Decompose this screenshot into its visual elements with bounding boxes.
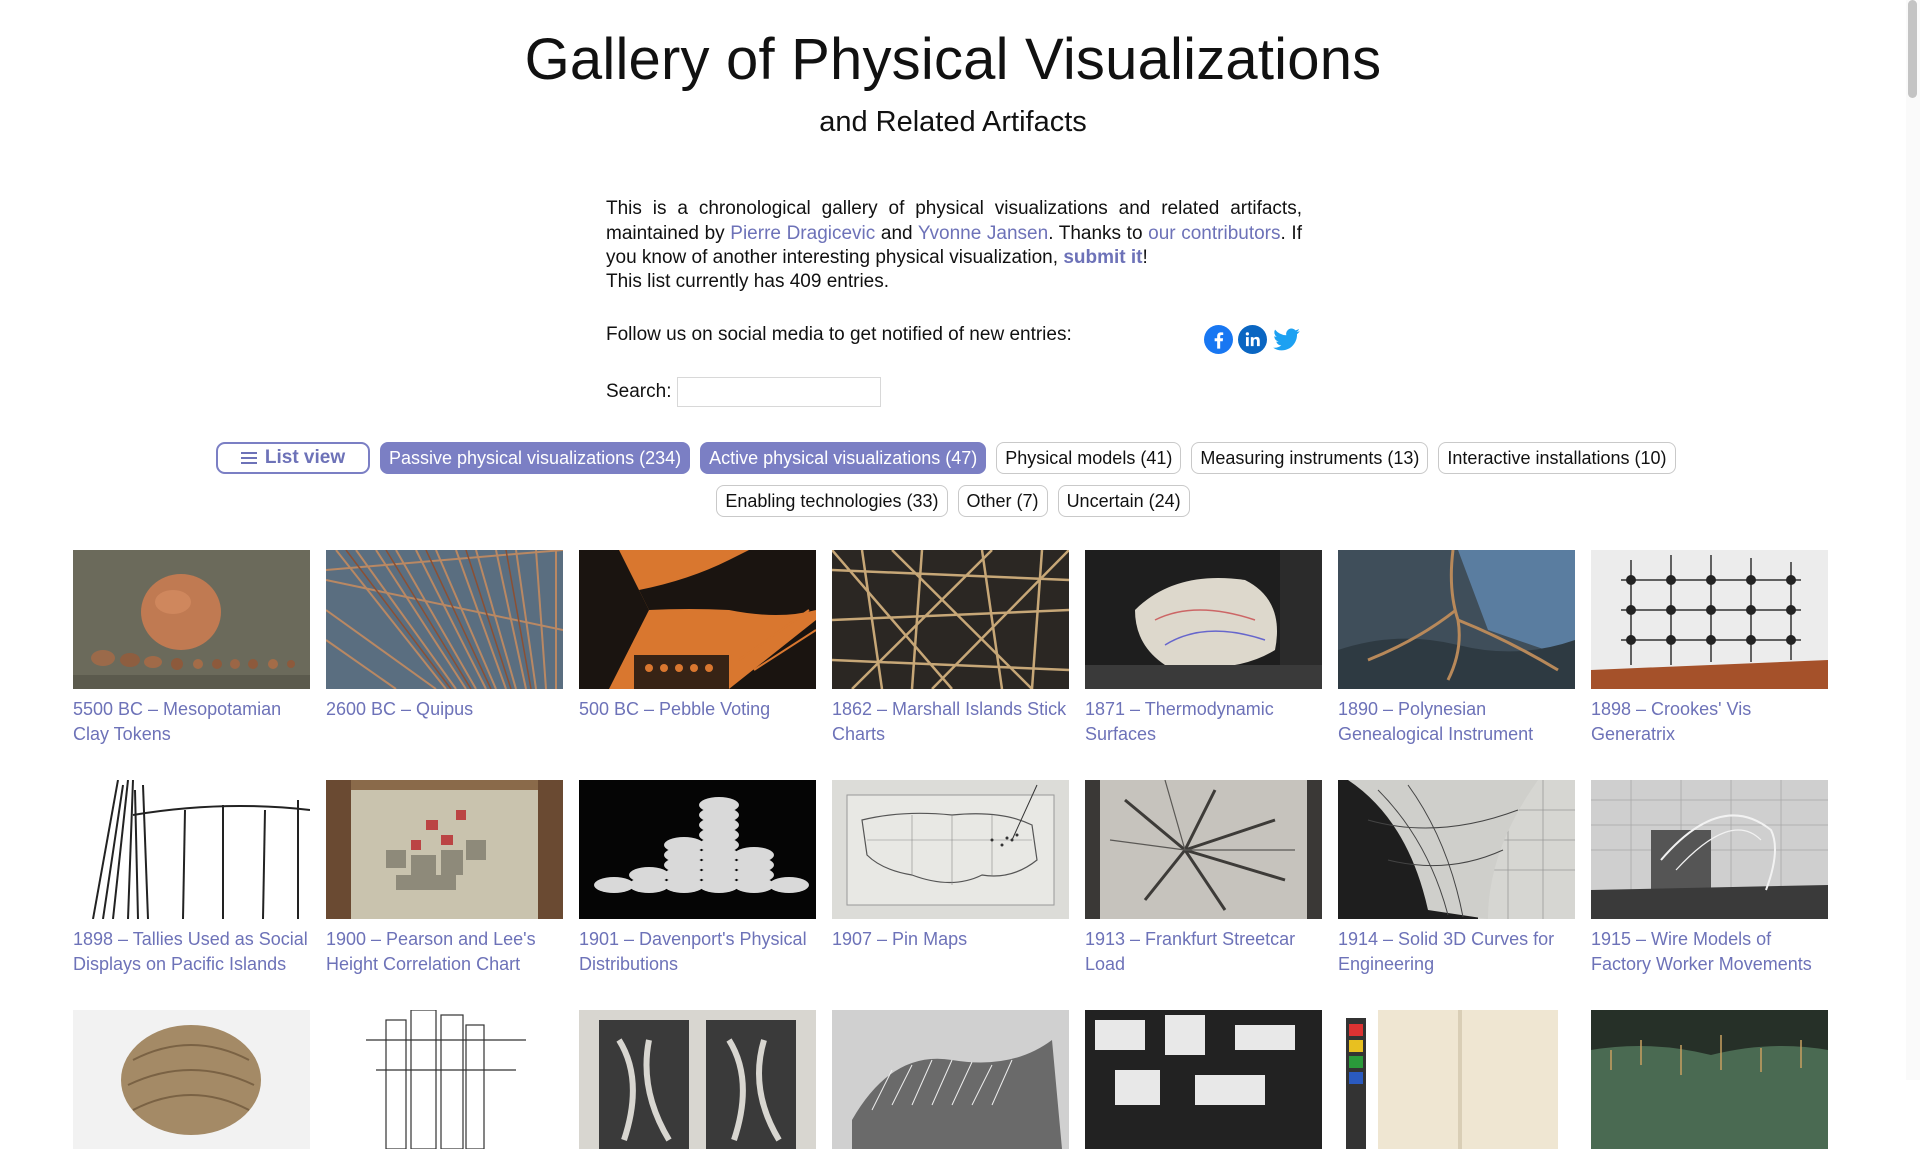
search-row: Search: — [606, 377, 882, 407]
social-links — [1204, 325, 1301, 354]
author-link-pierre[interactable]: Pierre Dragicevic — [730, 223, 875, 244]
entries-count: This list currently has 409 entries. — [606, 271, 890, 292]
physical-distributions-thumbnail[interactable] — [579, 780, 816, 919]
filter-other-button[interactable]: Other (7) — [957, 485, 1048, 517]
gallery-item[interactable] — [326, 1010, 563, 1157]
gallery-item[interactable]: 1913 – Frankfurt Streetcar Load — [1085, 780, 1322, 976]
gallery-item-caption[interactable]: 5500 BC – Mesopotamian Clay Tokens — [73, 697, 310, 746]
gallery-item[interactable]: 1915 – Wire Models of Factory Worker Mov… — [1591, 780, 1828, 976]
gallery-item-caption[interactable]: 1915 – Wire Models of Factory Worker Mov… — [1591, 927, 1828, 976]
gallery-item-caption[interactable]: 1914 – Solid 3D Curves for Engineering — [1338, 927, 1575, 976]
gallery-item[interactable] — [1591, 1010, 1828, 1157]
page-title: Gallery of Physical Visualizations — [524, 27, 1382, 92]
filter-enabling-technologies-button[interactable]: Enabling technologies (33) — [716, 485, 948, 517]
gallery-item-caption[interactable]: 1907 – Pin Maps — [832, 927, 1069, 952]
gallery-item[interactable]: 5500 BC – Mesopotamian Clay Tokens — [73, 550, 310, 746]
streetcar-load-thumbnail[interactable] — [1085, 780, 1322, 919]
filter-bar-row2: Enabling technologies (33) Other (7) Unc… — [0, 485, 1906, 517]
follow-text: Follow us on social media to get notifie… — [606, 324, 1072, 345]
contributors-link[interactable]: our contributors — [1148, 223, 1280, 244]
gallery-item[interactable]: 1900 – Pearson and Lee's Height Correlat… — [326, 780, 563, 976]
gallery-item[interactable]: 500 BC – Pebble Voting — [579, 550, 816, 722]
filter-uncertain-button[interactable]: Uncertain (24) — [1057, 485, 1190, 517]
gallery-item-caption[interactable]: 1901 – Davenport's Physical Distribution… — [579, 927, 816, 976]
gallery-item-caption[interactable]: 1898 – Crookes' Vis Generatrix — [1591, 697, 1828, 746]
intro-text: ! — [1142, 247, 1148, 268]
filter-physical-models-button[interactable]: Physical models (41) — [996, 442, 1182, 474]
filter-measuring-instruments-button[interactable]: Measuring instruments (13) — [1191, 442, 1429, 474]
search-label: Search: — [606, 381, 672, 402]
pin-maps-thumbnail[interactable] — [832, 780, 1069, 919]
clay-tokens-thumbnail[interactable] — [73, 550, 310, 689]
scrollbar-thumb[interactable] — [1908, 0, 1917, 98]
stick-charts-thumbnail[interactable] — [832, 550, 1069, 689]
facebook-icon[interactable] — [1204, 325, 1233, 354]
height-correlation-thumbnail[interactable] — [326, 780, 563, 919]
gallery-item[interactable]: 1898 – Tallies Used as Social Displays o… — [73, 780, 310, 976]
gallery-item-caption[interactable]: 1862 – Marshall Islands Stick Charts — [832, 697, 1069, 746]
list-icon — [240, 452, 257, 464]
gallery-item-caption[interactable]: 2600 BC – Quipus — [326, 697, 563, 722]
gallery-item[interactable]: 1871 – Thermodynamic Surfaces — [1085, 550, 1322, 746]
gallery-item[interactable]: 1898 – Crookes' Vis Generatrix — [1591, 550, 1828, 746]
vis-generatrix-thumbnail[interactable] — [1591, 550, 1828, 689]
linkedin-icon[interactable] — [1238, 325, 1267, 354]
list-view-button[interactable]: List view — [216, 442, 370, 474]
gallery-item-caption[interactable]: 1900 – Pearson and Lee's Height Correlat… — [326, 927, 563, 976]
filter-passive-button[interactable]: Passive physical visualizations (234) — [380, 442, 691, 474]
gallery-item-caption[interactable]: 1890 – Polynesian Genealogical Instrumen… — [1338, 697, 1575, 746]
gallery-item[interactable]: 1901 – Davenport's Physical Distribution… — [579, 780, 816, 976]
quipus-thumbnail[interactable] — [326, 550, 563, 689]
twitter-icon[interactable] — [1272, 325, 1301, 354]
author-link-yvonne[interactable]: Yvonne Jansen — [918, 223, 1048, 244]
gallery-item-caption[interactable]: 1871 – Thermodynamic Surfaces — [1085, 697, 1322, 746]
solid-3d-curves-thumbnail[interactable] — [1338, 780, 1575, 919]
intro-text: and — [875, 222, 918, 244]
gallery-item[interactable] — [1085, 1010, 1322, 1157]
page-subtitle: and Related Artifacts — [819, 106, 1087, 138]
submit-link[interactable]: submit it — [1063, 247, 1142, 268]
search-input[interactable] — [677, 377, 882, 407]
intro-text: . Thanks to — [1048, 222, 1149, 244]
scrollbar[interactable] — [1906, 0, 1920, 1080]
tallies-thumbnail[interactable] — [73, 780, 310, 919]
gallery-item[interactable]: 1890 – Polynesian Genealogical Instrumen… — [1338, 550, 1575, 746]
gallery-item[interactable]: 1907 – Pin Maps — [832, 780, 1069, 952]
gallery-item[interactable]: 2600 BC – Quipus — [326, 550, 563, 722]
gallery-item[interactable] — [579, 1010, 816, 1157]
gallery-item[interactable] — [832, 1010, 1069, 1157]
list-view-label: List view — [264, 447, 346, 468]
filter-bar: List view Passive physical visualization… — [216, 442, 1676, 474]
wire-models-thumbnail[interactable] — [1591, 780, 1828, 919]
gallery-item-caption[interactable]: 500 BC – Pebble Voting — [579, 697, 816, 722]
gallery-item[interactable] — [1338, 1010, 1575, 1157]
thermodynamic-surfaces-thumbnail[interactable] — [1085, 550, 1322, 689]
gallery-item[interactable]: 1862 – Marshall Islands Stick Charts — [832, 550, 1069, 746]
polynesian-instrument-thumbnail[interactable] — [1338, 550, 1575, 689]
gallery-item-caption[interactable]: 1898 – Tallies Used as Social Displays o… — [73, 927, 310, 976]
gallery-item[interactable] — [73, 1010, 310, 1157]
gallery-item-caption[interactable]: 1913 – Frankfurt Streetcar Load — [1085, 927, 1322, 976]
gallery-item[interactable]: 1914 – Solid 3D Curves for Engineering — [1338, 780, 1575, 976]
intro-paragraph: This is a chronological gallery of physi… — [606, 197, 1302, 271]
filter-interactive-installations-button[interactable]: Interactive installations (10) — [1438, 442, 1676, 474]
pebble-voting-thumbnail[interactable] — [579, 550, 816, 689]
filter-active-button[interactable]: Active physical visualizations (47) — [700, 442, 987, 474]
